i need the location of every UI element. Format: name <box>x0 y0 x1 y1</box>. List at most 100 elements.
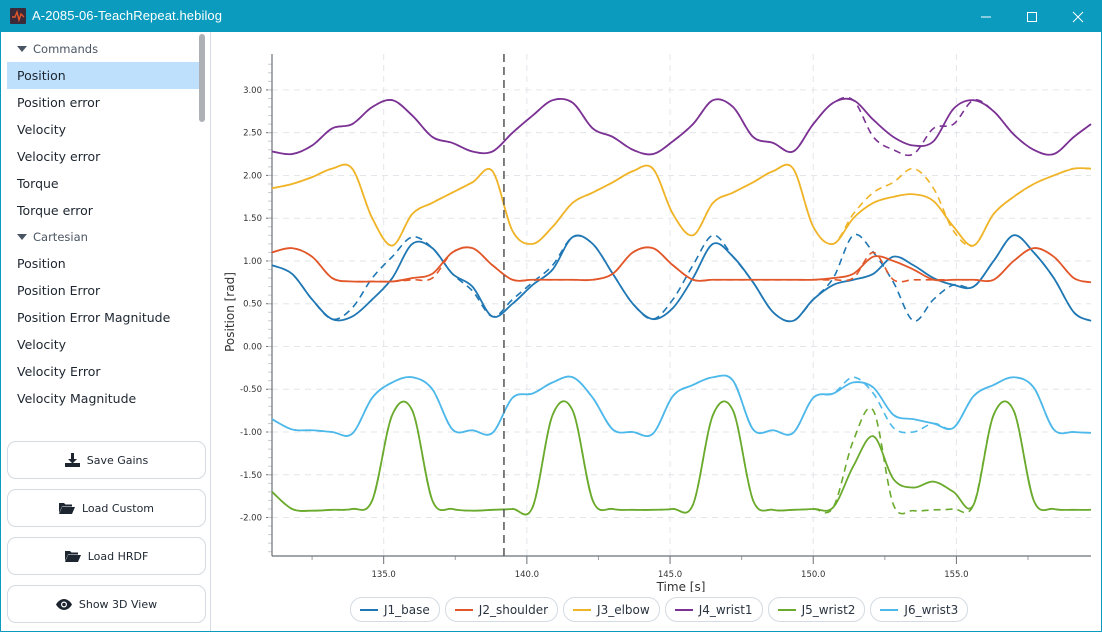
axes: 3.00 2.50 2.00 1.50 1.00 0.50 0.00 -0.50 -1.00 -1… <box>240 54 1091 580</box>
tree-item-commands-position[interactable]: Position <box>7 62 199 89</box>
eye-icon <box>55 598 72 610</box>
legend-swatch <box>880 608 899 611</box>
legend-item-j6-wrist3[interactable]: J6_wrist3 <box>870 597 969 622</box>
folder-open-icon <box>64 551 81 562</box>
y-tick-label: 2.50 <box>243 129 262 139</box>
y-tick-label: 1.50 <box>243 214 262 224</box>
app-window: A-2085-06-TeachRepeat.hebilog Commands P… <box>0 0 1102 632</box>
load-hrdf-button[interactable]: Load HRDF <box>7 537 206 575</box>
tree-item-commands-position-error[interactable]: Position error <box>7 89 199 116</box>
group-label: Commands <box>33 42 99 56</box>
legend-label: J4_wrist1 <box>698 602 753 617</box>
legend-label: J6_wrist3 <box>904 602 959 617</box>
tree-item-cartesian-position-error[interactable]: Position Error <box>7 277 199 304</box>
y-tick-label: -1.50 <box>240 471 262 481</box>
series-j5-wrist2-command-line <box>271 400 1092 516</box>
tree-item-label: Velocity <box>17 337 67 352</box>
x-tick-label: 140.0 <box>515 570 539 580</box>
y-tick-label: 0.00 <box>243 342 262 352</box>
waveform-icon <box>10 8 26 24</box>
legend-item-j3-elbow[interactable]: J3_elbow <box>563 597 660 622</box>
maximize-icon <box>1027 11 1037 22</box>
button-label: Load Custom <box>81 501 155 515</box>
sidebar-scrollbar[interactable] <box>199 34 205 122</box>
sidebar: Commands Position Position error Velocit… <box>1 32 211 631</box>
tree-item-label: Velocity Magnitude <box>17 391 137 406</box>
legend-label: J5_wrist2 <box>801 602 856 617</box>
tree-item-label: Torque <box>17 176 59 191</box>
tree-item-commands-torque[interactable]: Torque <box>7 170 199 197</box>
tree-item-label: Velocity Error <box>17 364 101 379</box>
series-j4-wrist1-line <box>271 97 1092 156</box>
maximize-button[interactable] <box>1009 1 1055 32</box>
series-j3-elbow-line <box>271 163 1092 247</box>
tree-item-label: Position Error Magnitude <box>17 310 171 325</box>
y-tick-label: -0.50 <box>240 385 262 395</box>
tree-item-cartesian-position-error-magnitude[interactable]: Position Error Magnitude <box>7 304 199 331</box>
close-button[interactable] <box>1055 1 1101 32</box>
legend-item-j4-wrist1[interactable]: J4_wrist1 <box>664 597 763 622</box>
expand-triangle-icon <box>17 46 27 52</box>
tree-item-commands-velocity-error[interactable]: Velocity error <box>7 143 199 170</box>
tree-item-label: Position error <box>17 95 100 110</box>
minimize-button[interactable] <box>963 1 1009 32</box>
button-label: Save Gains <box>86 453 149 467</box>
position-chart[interactable]: 3.00 2.50 2.00 1.50 1.00 0.50 0.00 -0.50 -1.00 -1… <box>212 32 1101 594</box>
series-j5-wrist2-line <box>271 400 1092 516</box>
x-tick-label: 135.0 <box>372 570 396 580</box>
tree-item-label: Position <box>17 256 66 271</box>
signal-tree: Commands Position Position error Velocit… <box>7 36 199 412</box>
series-j4-wrist1-command-line <box>271 96 1092 157</box>
tree-item-cartesian-velocity-magnitude[interactable]: Velocity Magnitude <box>7 385 199 412</box>
legend-label: J3_elbow <box>597 602 650 617</box>
legend-item-j5-wrist2[interactable]: J5_wrist2 <box>767 597 866 622</box>
window-title: A-2085-06-TeachRepeat.hebilog <box>32 8 223 23</box>
tree-item-label: Velocity error <box>17 149 101 164</box>
series-j6-wrist3-line <box>271 374 1092 437</box>
group-cartesian[interactable]: Cartesian <box>7 224 199 250</box>
button-label: Load HRDF <box>87 549 149 563</box>
legend-swatch <box>360 608 378 611</box>
tree-item-label: Torque error <box>17 203 93 218</box>
expand-triangle-icon <box>17 234 27 240</box>
group-label: Cartesian <box>33 230 88 244</box>
y-tick-label: 0.50 <box>243 300 262 310</box>
legend-item-j1-base[interactable]: J1_base <box>350 597 440 622</box>
button-label: Show 3D View <box>78 597 158 611</box>
minimize-icon <box>981 16 991 17</box>
tree-item-cartesian-velocity-error[interactable]: Velocity Error <box>7 358 199 385</box>
folder-open-icon <box>58 503 75 514</box>
tree-item-commands-torque-error[interactable]: Torque error <box>7 197 199 224</box>
close-icon <box>1072 11 1084 22</box>
y-tick-label: 1.00 <box>243 257 262 267</box>
title-bar[interactable]: A-2085-06-TeachRepeat.hebilog <box>1 1 1101 32</box>
series-j2-shoulder-command-line <box>271 246 1092 284</box>
y-tick-label: 2.00 <box>243 171 262 181</box>
y-axis-label: Position [rad] <box>223 272 237 352</box>
chart-legend: J1_base J2_shoulder J3_elbow J4_wrist1 J5_wr… <box>350 597 969 622</box>
tree-item-label: Position <box>17 68 66 83</box>
grid-lines <box>272 54 1091 556</box>
download-icon <box>64 453 80 467</box>
legend-swatch <box>777 608 796 611</box>
group-commands[interactable]: Commands <box>7 36 199 62</box>
tree-item-label: Position Error <box>17 283 101 298</box>
legend-swatch <box>674 608 693 611</box>
x-axis-label: Time [s] <box>656 580 706 592</box>
legend-swatch <box>573 608 592 611</box>
tree-item-cartesian-position[interactable]: Position <box>7 250 199 277</box>
save-gains-button[interactable]: Save Gains <box>7 441 206 479</box>
legend-swatch <box>454 608 473 611</box>
series-j3-elbow-command-line <box>271 163 1092 247</box>
show-3d-view-button[interactable]: Show 3D View <box>7 585 206 623</box>
tree-item-commands-velocity[interactable]: Velocity <box>7 116 199 143</box>
y-tick-label: 3.00 <box>243 86 262 96</box>
chart-panel: 3.00 2.50 2.00 1.50 1.00 0.50 0.00 -0.50 -1.00 -1… <box>212 32 1101 631</box>
legend-item-j2-shoulder[interactable]: J2_shoulder <box>444 597 559 622</box>
tree-item-label: Velocity <box>17 122 67 137</box>
load-custom-button[interactable]: Load Custom <box>7 489 206 527</box>
tree-item-cartesian-velocity[interactable]: Velocity <box>7 331 199 358</box>
x-tick-label: 145.0 <box>658 570 682 580</box>
legend-label: J2_shoulder <box>478 602 549 617</box>
series-j1-base-command-line <box>271 233 1092 323</box>
